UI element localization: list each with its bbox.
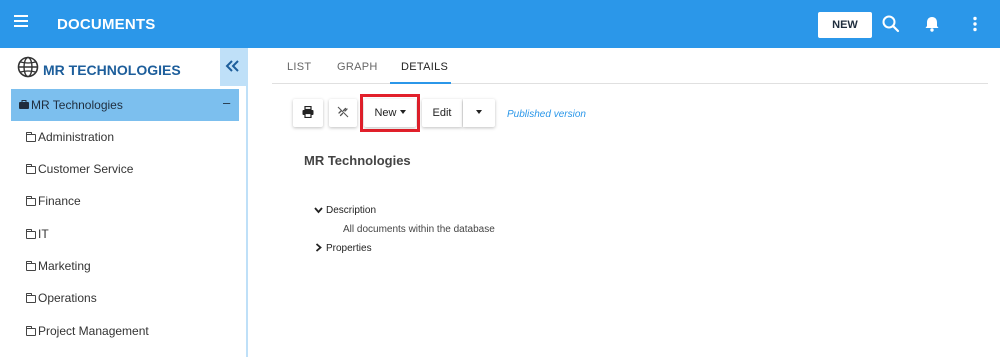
org-header: MR TECHNOLOGIES <box>0 48 220 88</box>
bell-icon[interactable] <box>922 14 942 34</box>
folder-label: IT <box>38 227 49 241</box>
unlink-button[interactable] <box>329 99 357 127</box>
caret-down-icon <box>476 110 482 114</box>
description-text: All documents within the database <box>343 224 495 235</box>
tab-graph[interactable]: GRAPH <box>337 61 378 73</box>
sidebar: MR TECHNOLOGIES MR Technologies – Admini… <box>0 48 248 357</box>
double-chevron-left-icon <box>225 60 239 72</box>
new-dropdown-button[interactable]: New <box>364 99 416 127</box>
folder-item-customer-service[interactable]: Customer Service <box>26 162 133 182</box>
caret-down-icon <box>399 110 406 114</box>
collapse-tree-toggle[interactable]: – <box>223 95 230 110</box>
folder-label: Administration <box>38 130 115 144</box>
description-label: Description <box>326 205 377 216</box>
tab-list[interactable]: LIST <box>287 61 311 73</box>
chevron-right-icon <box>315 243 322 252</box>
folder-item-finance[interactable]: Finance <box>26 194 81 214</box>
app-header: DOCUMENTS NEW <box>0 0 1000 48</box>
properties-section-toggle[interactable]: Properties <box>314 243 372 254</box>
folder-icon <box>26 293 36 303</box>
edit-button[interactable]: Edit <box>422 99 462 127</box>
folder-item-it[interactable]: IT <box>26 227 49 247</box>
folder-icon <box>26 261 36 271</box>
folder-item-marketing[interactable]: Marketing <box>26 259 91 279</box>
menu-icon[interactable] <box>14 15 30 33</box>
tree-item-label: MR Technologies <box>31 98 123 112</box>
version-status: Published version <box>507 109 586 120</box>
folder-icon <box>26 326 36 336</box>
kebab-menu-icon[interactable] <box>965 14 985 34</box>
folder-icon <box>26 196 36 206</box>
folder-label: Operations <box>38 291 97 305</box>
folder-item-operations[interactable]: Operations <box>26 291 97 311</box>
tab-details[interactable]: DETAILS <box>401 61 448 73</box>
folder-item-administration[interactable]: Administration <box>26 130 114 150</box>
view-tabs: LIST GRAPH DETAILS <box>272 48 988 84</box>
folder-icon <box>26 164 36 174</box>
folder-label: Finance <box>38 194 81 208</box>
properties-label: Properties <box>326 243 372 254</box>
briefcase-icon <box>19 100 29 109</box>
active-tab-indicator <box>390 82 451 84</box>
print-button[interactable] <box>293 99 323 127</box>
folder-label: Customer Service <box>38 162 134 176</box>
search-icon[interactable] <box>881 14 901 34</box>
folder-icon <box>26 132 36 142</box>
folder-label: Project Management <box>38 324 149 338</box>
printer-icon <box>302 105 314 119</box>
collapse-sidebar-button[interactable] <box>220 48 246 86</box>
description-section-toggle[interactable]: Description <box>314 205 376 216</box>
document-title: MR Technologies <box>304 153 411 168</box>
edit-options-dropdown[interactable] <box>463 99 495 127</box>
unlink-icon <box>337 106 349 118</box>
folder-icon <box>26 229 36 239</box>
org-title: MR TECHNOLOGIES <box>43 62 181 78</box>
app-title: DOCUMENTS <box>57 16 156 33</box>
folder-item-project-management[interactable]: Project Management <box>26 324 149 344</box>
globe-icon <box>17 56 39 78</box>
new-button-label: New <box>374 107 397 119</box>
folder-label: Marketing <box>38 259 91 273</box>
chevron-down-icon <box>314 207 323 214</box>
tree-item-mr-technologies[interactable]: MR Technologies – <box>11 89 239 121</box>
new-document-button[interactable]: NEW <box>818 12 872 38</box>
